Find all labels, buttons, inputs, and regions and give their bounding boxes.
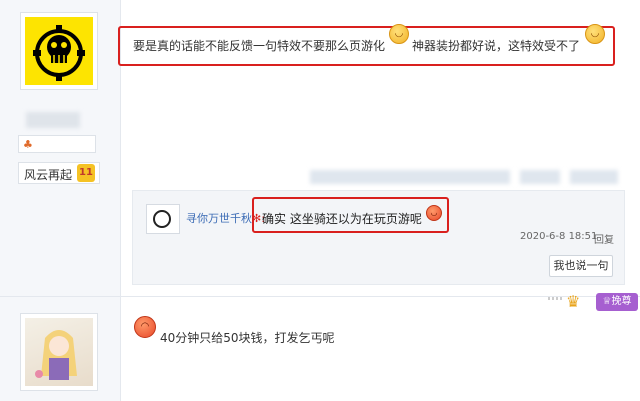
crown-icon: ♛ <box>566 292 581 311</box>
blurred-info <box>520 170 560 184</box>
blush-emoji-icon: ◡ <box>426 205 442 221</box>
reply-username-text: 寻你万世千秋 <box>186 212 252 225</box>
say-something-button[interactable]: 我也说一句 <box>549 255 613 277</box>
angry-emoji-icon: ◠ <box>134 316 156 338</box>
reply-link[interactable]: 回复 <box>594 231 614 246</box>
user-avatar-1[interactable] <box>20 12 98 90</box>
anime-girl-avatar-icon <box>25 318 93 386</box>
level-title: 风云再起 <box>24 168 73 182</box>
post-text-2: 神器装扮都好说，这特效受不了 <box>412 39 581 53</box>
vip-label: 挽尊 <box>611 296 632 307</box>
medal-icon: ♣ <box>23 138 33 151</box>
reply-avatar[interactable] <box>146 204 180 234</box>
reply-timestamp: 2020-6-8 18:51 <box>520 231 598 242</box>
blurred-info <box>310 170 510 184</box>
blurred-info <box>570 170 618 184</box>
vip-badge[interactable]: ♕挽尊 <box>596 293 638 311</box>
post-text-1: 要是真的话能不能反馈一句特效不要那么页游化 <box>133 39 386 53</box>
level-number: 11 <box>77 164 95 182</box>
reply-text: 确实 这坐骑还以为在玩页游呢 <box>262 212 422 226</box>
face-avatar-icon <box>153 210 171 228</box>
dashed-divider <box>548 297 564 300</box>
user-medal-badge: ♣ <box>18 135 96 153</box>
smile-emoji-icon: ◡ <box>585 24 605 44</box>
post-text-3: 40分钟只给50块钱，打发乞丐呢 <box>160 331 335 345</box>
user-level-badge[interactable]: 风云再起 11 <box>18 162 100 184</box>
post-separator <box>0 296 640 297</box>
username-blurred <box>26 112 80 128</box>
smile-emoji-icon: ◡ <box>389 24 409 44</box>
user-avatar-2[interactable] <box>20 313 98 391</box>
jolly-roger-avatar-icon <box>25 17 93 85</box>
